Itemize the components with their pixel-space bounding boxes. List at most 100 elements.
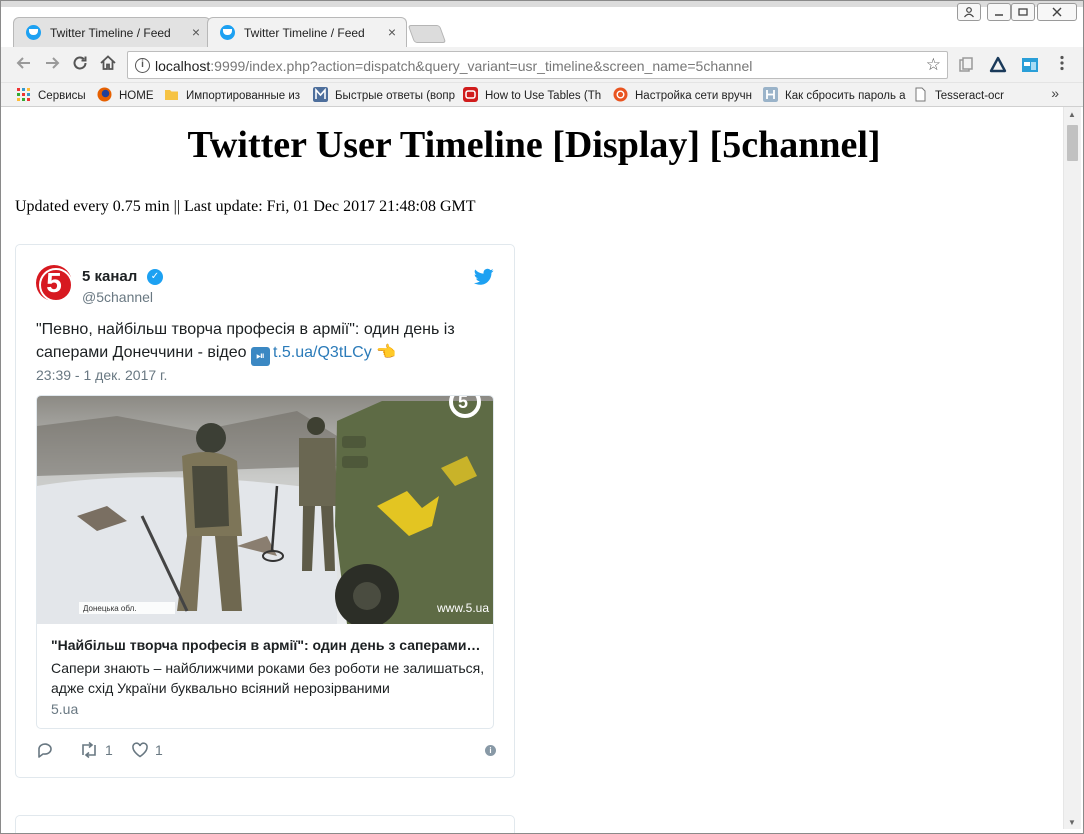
like-button[interactable]: 1 [131,741,163,759]
tab-strip: Twitter Timeline / Feed × Twitter Timeli… [1,1,1083,47]
bookmark-quick-answers[interactable]: Быстрые ответы (вопр [313,87,455,102]
card-title[interactable]: "Найбільш творча професія в армії": один… [51,637,481,653]
card-domain: 5.ua [51,701,79,717]
retweet-button[interactable]: 1 [79,741,113,759]
tab-close-icon[interactable]: × [388,24,396,40]
tweet-actions: 1 1 i [36,741,496,763]
more-vertical-icon [1060,55,1064,71]
new-tab-button[interactable] [407,25,447,43]
browser-toolbar: i localhost:9999/index.php?action=dispat… [1,47,1083,83]
bookmark-home[interactable]: HOME [97,87,154,102]
browser-window: Twitter Timeline / Feed × Twitter Timeli… [0,0,1084,834]
like-count: 1 [155,742,163,758]
maximize-button[interactable] [1011,3,1035,21]
tweet-text: "Певно, найбільш творча професія в армії… [36,318,496,366]
bookmarks-overflow-button[interactable]: » [1051,85,1059,101]
card-image-channel-logo: 5 [458,396,468,412]
card-image[interactable]: Донецька обл. www.5.ua 5 [37,396,494,624]
bookmark-label: Сервисы [38,90,86,102]
tweet-info-icon[interactable]: i [485,745,496,756]
red-tile-icon [463,87,478,102]
bookmark-label: Импортированные из [186,90,301,102]
close-window-button[interactable] [1037,3,1077,21]
page-content: Twitter User Timeline [Display] [5channe… [5,107,1063,833]
bookmark-tesseract[interactable]: Tesseract-ocr [913,87,1004,102]
browser-menu-button[interactable] [1051,54,1073,76]
url-path: :9999/index.php?action=dispatch&query_va… [210,58,753,74]
bookmark-network-setup[interactable]: Настройка сети вручн [613,87,752,102]
card-description: Сапери знають – найближчими роками без р… [51,660,485,696]
bookmarks-bar: Сервисы HOME Импортированные из Быстрые … [1,83,1083,107]
tab-label: Twitter Timeline / Feed [50,26,171,40]
card-image-caption: Донецька обл. [83,604,136,613]
page-title: Twitter User Timeline [Display] [5channe… [187,124,881,166]
retweet-icon [82,741,96,759]
apps-grid-icon [17,88,30,101]
arrow-right-icon [46,57,60,69]
close-icon [1052,7,1062,17]
minimize-icon [995,14,1003,16]
page-scrollbar[interactable]: ▲ ▼ [1063,107,1081,829]
avatar[interactable]: 5 [36,265,73,302]
bookmark-services[interactable]: Сервисы [16,87,86,102]
tweet-handle[interactable]: @5channel [82,289,153,305]
tweet-timestamp[interactable]: 23:39 - 1 дек. 2017 г. [36,367,167,383]
tab-label: Twitter Timeline / Feed [244,26,365,40]
bookmark-how-to-use-tables[interactable]: How to Use Tables (Th [463,87,601,102]
embedded-tweet-next[interactable] [15,815,515,833]
site-info-icon[interactable]: i [135,58,150,73]
bookmark-label: Как сбросить пароль а [785,90,906,102]
bookmark-reset-password[interactable]: Как сбросить пароль а [763,87,906,102]
url-host: localhost [155,58,211,74]
ubuntu-icon [613,87,628,102]
profile-button[interactable] [957,3,981,21]
tab-2[interactable]: Twitter Timeline / Feed × [207,17,407,47]
bookmark-star-icon[interactable]: ☆ [926,55,941,75]
bookmark-label: How to Use Tables (Th [485,90,602,102]
maximize-icon [1018,8,1028,16]
reload-icon [73,56,87,70]
reload-button[interactable] [69,54,91,76]
user-icon [964,7,974,18]
page-icon [915,87,926,102]
reply-button[interactable] [36,741,60,759]
title-bar [1,1,1083,7]
scrollbar-thumb[interactable] [1067,125,1078,161]
folder-icon [165,90,178,100]
arrow-left-icon [16,57,30,69]
link-card[interactable]: Донецька обл. www.5.ua 5 "Найбільш творч… [36,395,494,729]
heart-icon [132,742,148,758]
minimize-button[interactable] [987,3,1011,21]
scroll-down-icon[interactable]: ▼ [1068,818,1076,827]
extension-triangle-icon[interactable] [989,56,1007,74]
tab-favicon-icon [220,25,235,40]
card-image-watermark: www.5.ua [436,601,489,615]
bookmark-label: HOME [119,90,154,102]
update-status: Updated every 0.75 min || Last update: F… [15,198,476,215]
firefox-icon [97,87,112,102]
scroll-up-icon[interactable]: ▲ [1068,110,1076,119]
bookmark-label: Быстрые ответы (вопр [335,90,456,102]
bookmark-imported[interactable]: Импортированные из [164,87,300,102]
home-icon [100,55,116,70]
extension-window-icon[interactable] [1021,56,1039,74]
back-button[interactable] [13,54,35,76]
tab-close-icon[interactable]: × [192,24,200,40]
tab-1[interactable]: Twitter Timeline / Feed × [13,17,211,47]
reply-icon [38,743,52,758]
twitter-bird-icon[interactable] [474,267,494,287]
embedded-tweet[interactable]: 5 5 канал ✓ @5channel "Певно, найбільш т… [15,244,515,778]
home-button[interactable] [97,54,119,76]
pointing-hand-emoji-icon: 👈 [371,344,397,361]
tab-favicon-icon [26,25,41,40]
extension-copy-icon[interactable] [957,56,975,74]
m-icon [313,87,328,102]
retweet-count: 1 [105,742,113,758]
address-bar[interactable]: i localhost:9999/index.php?action=dispat… [127,51,948,79]
bookmark-label: Tesseract-ocr [935,90,1005,102]
tweet-display-name[interactable]: 5 канал [82,268,137,285]
bookmark-label: Настройка сети вручн [635,90,752,102]
forward-button[interactable] [41,54,63,76]
tweet-link[interactable]: t.5.ua/Q3tLCy [273,344,372,361]
address-url[interactable]: localhost:9999/index.php?action=dispatch… [155,58,752,74]
